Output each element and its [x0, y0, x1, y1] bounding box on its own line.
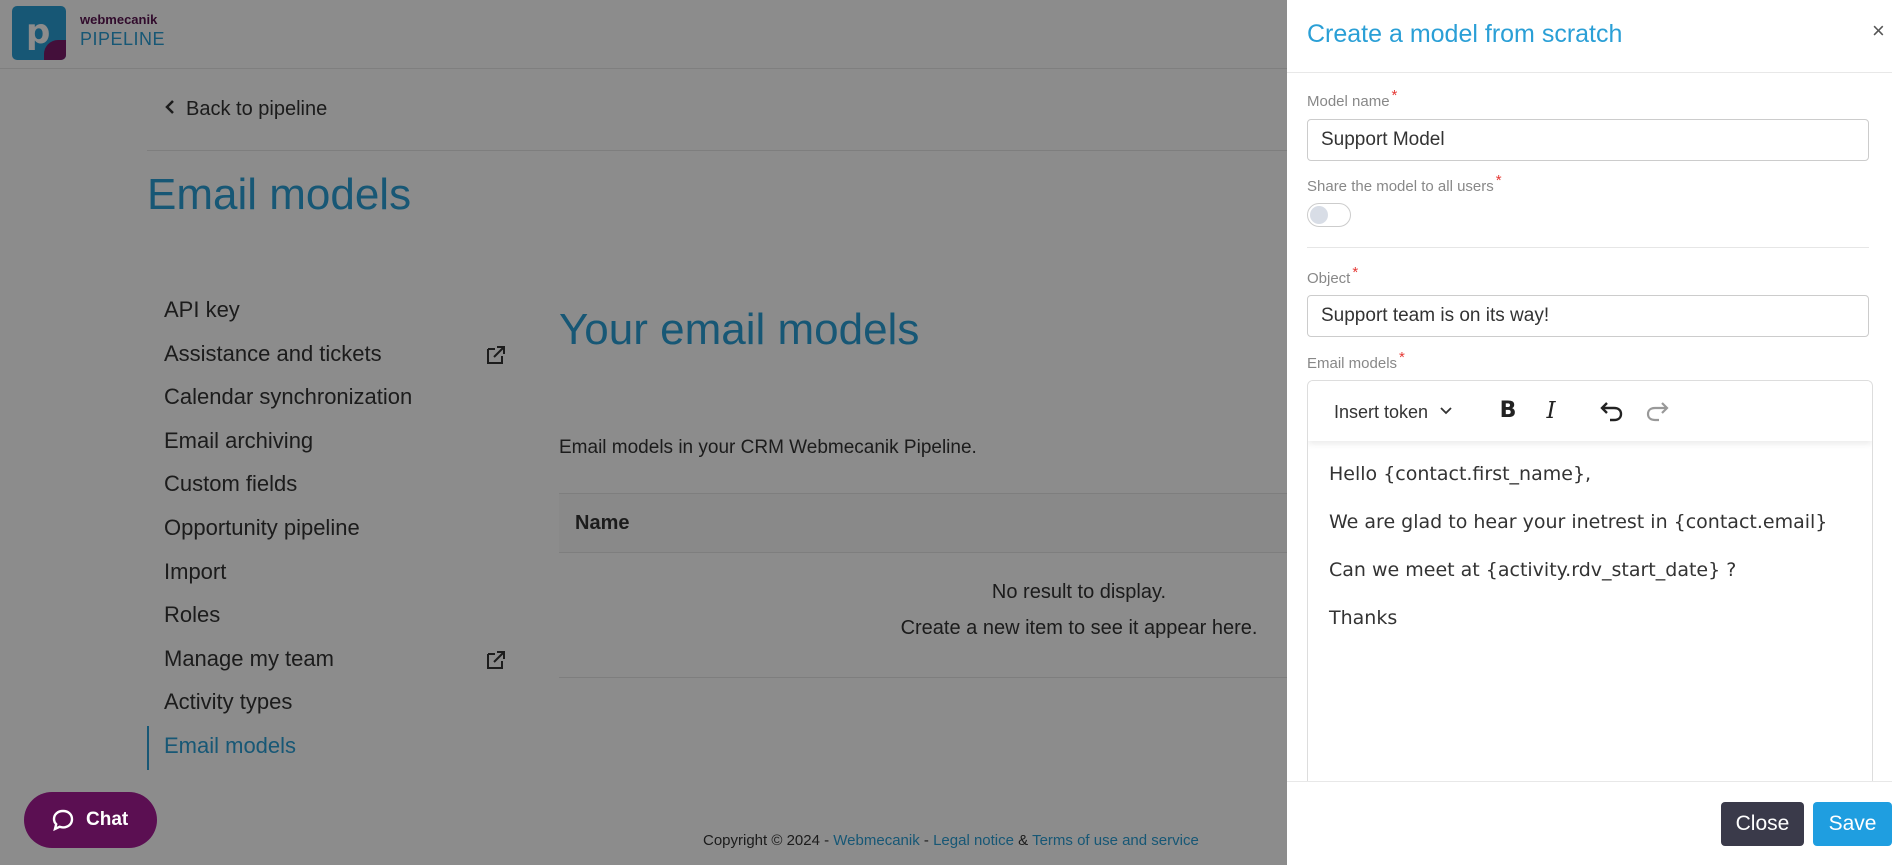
create-model-drawer: Create a model from scratch × Model name… [1287, 0, 1892, 866]
drawer-footer: Close Save [1287, 781, 1892, 866]
close-icon[interactable]: × [1872, 18, 1885, 44]
email-models-label-text: Email models [1307, 355, 1398, 372]
editor-line: Hello {contact.first_name}, [1329, 463, 1592, 485]
chat-bubble-icon [52, 809, 74, 832]
redo-icon[interactable] [1643, 397, 1671, 425]
editor-content[interactable]: Hello {contact.first_name}, We are glad … [1308, 441, 1872, 673]
object-input[interactable] [1307, 295, 1869, 337]
italic-button[interactable]: I [1537, 397, 1565, 425]
required-asterisk: * [1399, 349, 1405, 366]
chat-button[interactable]: Chat [24, 792, 157, 848]
insert-token-label: Insert token [1334, 402, 1429, 422]
model-name-label: Model name * [1307, 87, 1397, 110]
email-models-label: Email models * [1307, 349, 1405, 372]
model-name-input[interactable] [1307, 119, 1869, 161]
toggle-knob [1310, 206, 1328, 224]
object-label-text: Object [1307, 270, 1351, 287]
editor-toolbar: Insert token B I [1308, 381, 1872, 441]
object-label: Object * [1307, 264, 1358, 287]
close-button[interactable]: Close [1721, 802, 1804, 846]
share-label-text: Share the model to all users [1307, 178, 1494, 195]
editor-line: Can we meet at {activity.rdv_start_date}… [1329, 559, 1737, 581]
required-asterisk: * [1391, 87, 1398, 104]
insert-token-dropdown[interactable]: Insert token [1334, 402, 1453, 423]
bold-button[interactable]: B [1494, 397, 1522, 425]
chevron-down-icon [1439, 400, 1453, 421]
editor-line: We are glad to hear your inetrest in {co… [1329, 511, 1828, 533]
drawer-divider [1307, 247, 1869, 248]
save-button[interactable]: Save [1813, 802, 1892, 846]
drawer-title: Create a model from scratch [1307, 20, 1623, 48]
chat-label: Chat [86, 809, 129, 830]
share-label: Share the model to all users * [1307, 172, 1502, 195]
email-body-editor[interactable]: Insert token B I Hello {contact.first_na… [1307, 380, 1873, 801]
required-asterisk: * [1352, 264, 1359, 281]
share-toggle[interactable] [1307, 203, 1351, 227]
model-name-label-text: Model name [1307, 93, 1390, 110]
undo-icon[interactable] [1598, 397, 1626, 425]
drawer-header: Create a model from scratch × [1287, 0, 1892, 73]
editor-line: Thanks [1329, 607, 1398, 629]
required-asterisk: * [1495, 172, 1502, 189]
